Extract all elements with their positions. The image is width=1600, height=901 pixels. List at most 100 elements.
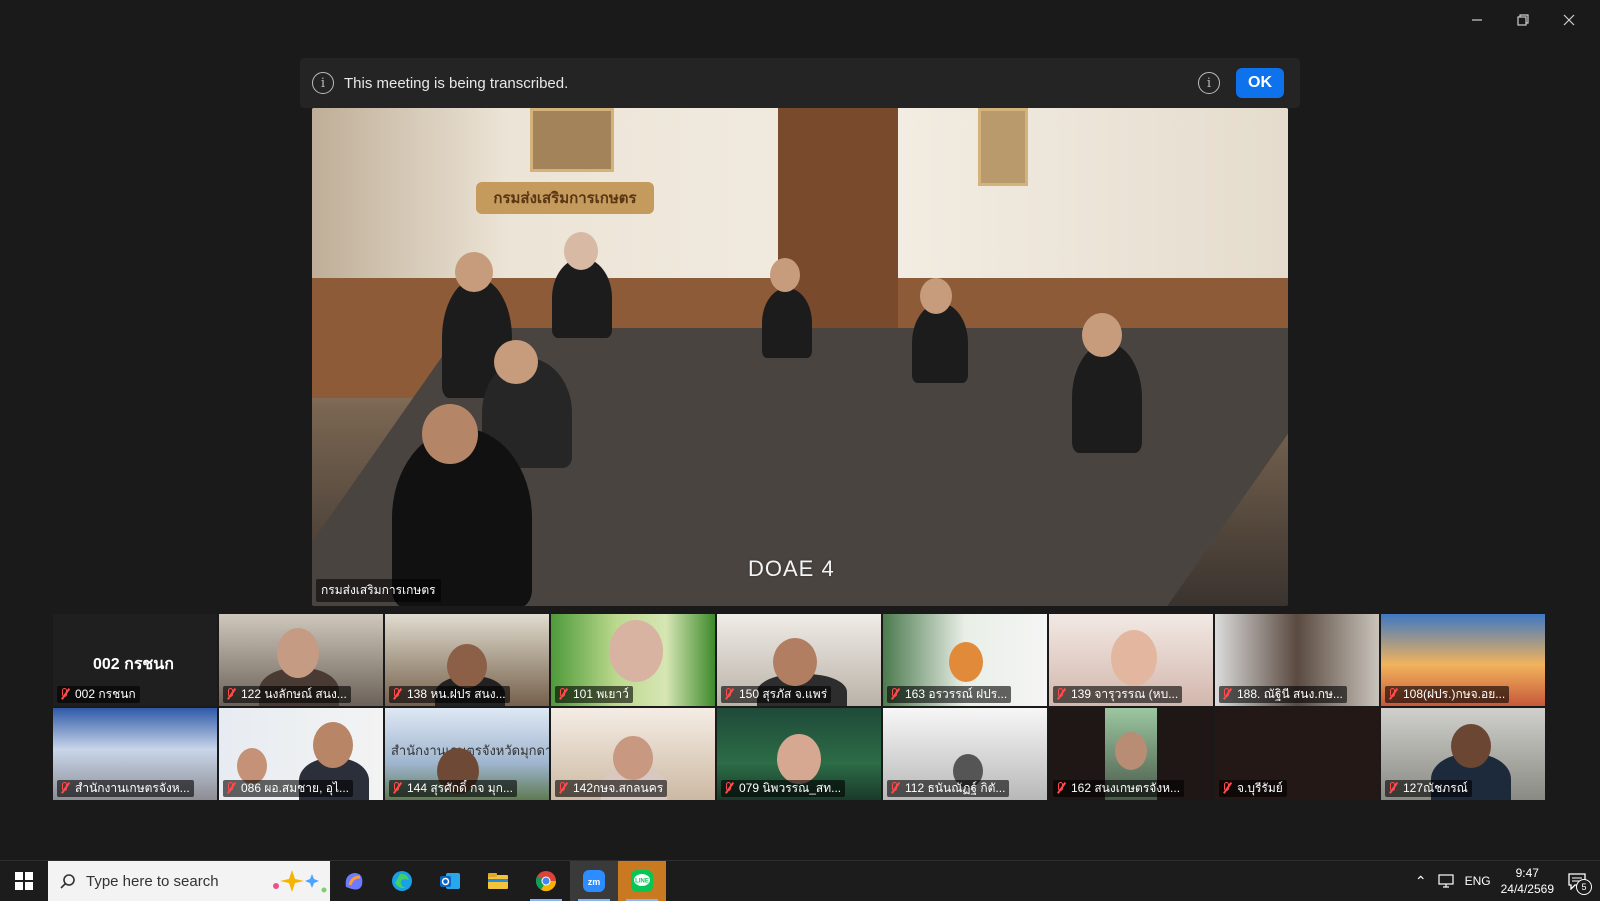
mic-muted-icon: [225, 688, 237, 701]
window-controls: [1454, 6, 1592, 34]
mic-muted-icon: [1387, 782, 1399, 795]
line-app[interactable]: LINE: [618, 861, 666, 901]
gallery-strip: 002 กรชนก 002 กรชนก 122 นงลักษณ์ สนง... …: [53, 614, 1547, 802]
restore-button[interactable]: [1500, 6, 1546, 34]
participant-name: 144 สุรศักดิ์ กจ มุก...: [389, 780, 517, 797]
participant-tile[interactable]: 142กษจ.สกลนคร: [551, 708, 715, 800]
participant-name: 142กษจ.สกลนคร: [555, 780, 668, 797]
banner-message: This meeting is being transcribed.: [344, 74, 569, 92]
participant-name: 108(ฝปร.)กษจ.อย...: [1385, 686, 1510, 703]
mic-muted-icon: [557, 688, 569, 701]
chrome-app[interactable]: [522, 861, 570, 901]
info-icon: i: [312, 72, 334, 94]
windows-logo-icon: [15, 872, 33, 890]
room-label: DOAE 4: [748, 556, 835, 581]
svg-text:zm: zm: [588, 877, 601, 887]
svg-text:LINE: LINE: [635, 879, 649, 885]
person-head: [455, 252, 493, 292]
ok-button[interactable]: OK: [1236, 68, 1284, 98]
line-icon: LINE: [631, 870, 653, 892]
participant-name: 163 อรวรรณ์ ฝปร...: [887, 686, 1012, 703]
participant-tile[interactable]: 138 หน.ฝปร สนง...: [385, 614, 549, 706]
portrait-frame-2: [978, 108, 1028, 186]
clock-date: 24/4/2569: [1500, 882, 1554, 896]
network-icon[interactable]: [1437, 873, 1455, 889]
mic-muted-icon: [723, 782, 735, 795]
wall-sign: กรมส่งเสริมการเกษตร: [476, 182, 654, 214]
zoom-icon: zm: [583, 870, 605, 892]
participant-name: 150 สุรภัส จ.แพร่: [721, 686, 832, 703]
mic-muted-icon: [1055, 688, 1067, 701]
mic-muted-icon: [557, 782, 569, 795]
participant-name: 112 ธนันณัฏฐ์ กิตั...: [887, 780, 1010, 797]
notification-center-button[interactable]: 5: [1564, 868, 1592, 895]
mic-muted-icon: [391, 782, 403, 795]
minimize-icon: [1472, 19, 1482, 21]
clock-time: 9:47: [1515, 866, 1539, 880]
windows-taskbar: Type here to search zm LINE ⌃ ENG 9:47 2…: [0, 860, 1600, 901]
main-video[interactable]: กรมส่งเสริมการเกษตร DOAE 4 กรมส่งเสริมกา…: [312, 108, 1288, 606]
participant-tile[interactable]: 108(ฝปร.)กษจ.อย...: [1381, 614, 1545, 706]
participant-name: 002 กรชนก: [57, 686, 140, 703]
person-head: [494, 340, 538, 384]
outlook-icon: [440, 873, 460, 889]
zoom-app[interactable]: zm: [570, 861, 618, 901]
participant-tile[interactable]: 150 สุรภัส จ.แพร่: [717, 614, 881, 706]
outlook-app[interactable]: [426, 861, 474, 901]
person-head: [1082, 313, 1122, 357]
file-explorer-icon: [488, 873, 508, 889]
banner-info-button[interactable]: i: [1198, 72, 1220, 94]
restore-icon: [1517, 14, 1529, 26]
start-button[interactable]: [0, 861, 48, 901]
participant-name: สำนักงานเกษตรจังห...: [57, 780, 194, 797]
participant-tile[interactable]: 112 ธนันณัฏฐ์ กิตั...: [883, 708, 1047, 800]
main-video-participant-label: กรมส่งเสริมการเกษตร: [316, 579, 441, 602]
participant-tile[interactable]: สำนักงานเกษตรจังหวัดมุกดาหาร 144 สุรศักด…: [385, 708, 549, 800]
participant-tile[interactable]: 162 สนงเกษตรจังห...: [1049, 708, 1213, 800]
mic-muted-icon: [723, 688, 735, 701]
participant-tile[interactable]: จ.บุรีรัมย์: [1215, 708, 1379, 800]
participant-tile[interactable]: 086 ผอ.สมชาย, อุไ...: [219, 708, 383, 800]
participant-tile[interactable]: 139 จารุวรรณ (หบ...: [1049, 614, 1213, 706]
edge-icon: [392, 871, 412, 891]
participant-tile[interactable]: สำนักงานเกษตรจังห...: [53, 708, 217, 800]
minimize-button[interactable]: [1454, 6, 1500, 34]
tray-expand-chevron-icon[interactable]: ⌃: [1415, 873, 1427, 890]
language-indicator[interactable]: ENG: [1465, 874, 1491, 888]
taskbar-search-box[interactable]: Type here to search: [48, 861, 330, 901]
system-tray: ⌃ ENG 9:47 24/4/2569 5: [1415, 861, 1600, 901]
mic-muted-icon: [391, 688, 403, 701]
chrome-icon: [535, 871, 557, 892]
participant-tile[interactable]: 188. ณัฐินี สนง.กษ...: [1215, 614, 1379, 706]
mic-muted-icon: [59, 688, 71, 701]
participant-name: 162 สนงเกษตรจังห...: [1053, 780, 1185, 797]
mic-muted-icon: [59, 782, 71, 795]
mic-muted-icon: [1221, 688, 1233, 701]
self-display-name: 002 กรชนก: [93, 656, 174, 673]
participant-tile[interactable]: 101 พเยาว์: [551, 614, 715, 706]
mic-muted-icon: [1221, 782, 1233, 795]
person-head: [920, 278, 952, 314]
search-placeholder: Type here to search: [86, 872, 219, 890]
copilot-icon: [345, 873, 363, 890]
search-highlight-icon: [273, 870, 327, 893]
edge-app[interactable]: [378, 861, 426, 901]
participant-tile[interactable]: 002 กรชนก 002 กรชนก: [53, 614, 217, 706]
participant-tile[interactable]: 163 อรวรรณ์ ฝปร...: [883, 614, 1047, 706]
clock[interactable]: 9:47 24/4/2569: [1501, 865, 1554, 897]
close-icon: [1563, 14, 1575, 26]
person: [762, 288, 812, 358]
person: [912, 303, 968, 383]
mic-muted-icon: [1055, 782, 1067, 795]
person: [552, 258, 612, 338]
participant-tile[interactable]: 079 นิพวรรณ_สท...: [717, 708, 881, 800]
participant-name: 188. ณัฐินี สนง.กษ...: [1219, 686, 1347, 703]
close-button[interactable]: [1546, 6, 1592, 34]
copilot-app[interactable]: [330, 861, 378, 901]
mic-muted-icon: [225, 782, 237, 795]
participant-name: จ.บุรีรัมย์: [1219, 780, 1287, 797]
participant-tile[interactable]: 122 นงลักษณ์ สนง...: [219, 614, 383, 706]
participant-tile[interactable]: 127ณัชภรณ์: [1381, 708, 1545, 800]
file-explorer-app[interactable]: [474, 861, 522, 901]
participant-name: 079 นิพวรรณ_สท...: [721, 780, 846, 797]
